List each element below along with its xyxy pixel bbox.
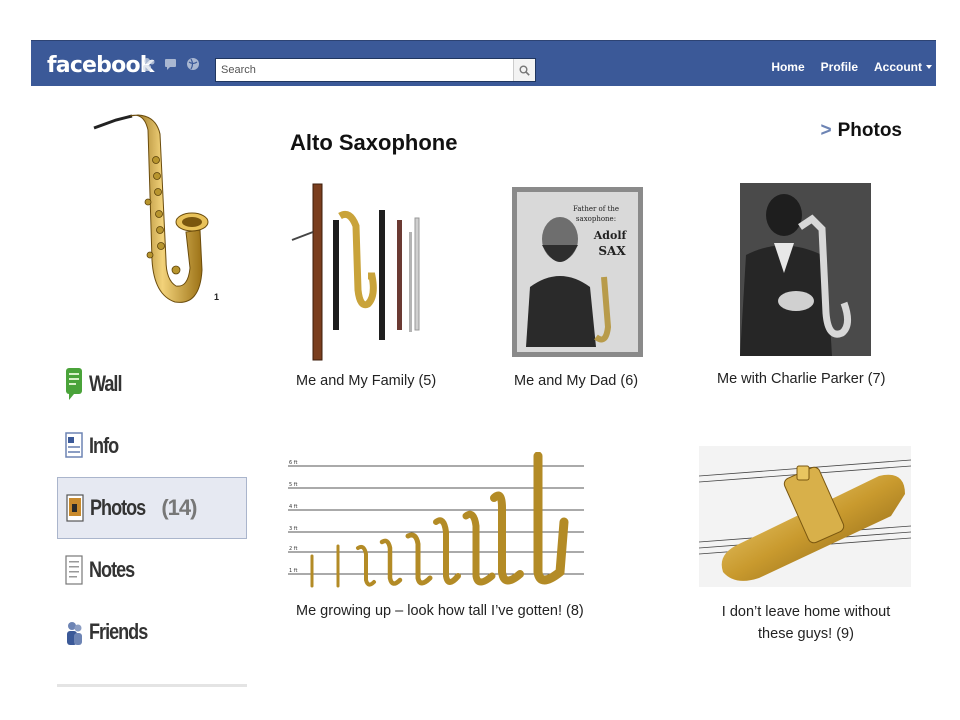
top-nav-links: Home Profile Account bbox=[763, 56, 932, 78]
sidebar-divider bbox=[57, 684, 247, 687]
photos-count-badge: (14) bbox=[161, 495, 197, 520]
woodwind-family-image bbox=[291, 183, 420, 361]
profile-sidebar: Wall Info Photos (14) Notes Friends bbox=[57, 353, 247, 663]
photo-text-line-4: SAX bbox=[598, 244, 626, 258]
photo-text-line-3: Adolf bbox=[593, 229, 628, 242]
svg-text:2 ft: 2 ft bbox=[289, 546, 297, 552]
sidebar-item-label: Friends bbox=[89, 619, 148, 644]
sidebar-item-label: Notes bbox=[89, 557, 135, 582]
photo-text-line-2: saxophone: bbox=[576, 215, 616, 223]
search-box bbox=[215, 58, 536, 82]
svg-text:3 ft: 3 ft bbox=[289, 526, 297, 532]
top-navigation-bar: facebook Home Profile Account bbox=[31, 40, 936, 86]
nav-account-label: Account bbox=[874, 60, 922, 74]
notification-jewels bbox=[141, 56, 201, 72]
photo-mouthpiece[interactable] bbox=[699, 446, 911, 587]
adolf-sax-portrait-image: Father of the saxophone: Adolf SAX bbox=[517, 192, 638, 352]
photo-caption-family: Me and My Family (5) bbox=[296, 373, 437, 389]
nav-profile-link[interactable]: Profile bbox=[813, 56, 866, 78]
photo-text-line-1: Father of the bbox=[573, 205, 619, 213]
profile-picture[interactable]: 1 bbox=[80, 110, 220, 320]
sidebar-item-info[interactable]: Info bbox=[57, 415, 247, 477]
friend-requests-icon[interactable] bbox=[141, 56, 157, 72]
messages-icon[interactable] bbox=[163, 56, 179, 72]
sidebar-item-friends[interactable]: Friends bbox=[57, 601, 247, 663]
search-icon bbox=[519, 65, 530, 76]
breadcrumb-photos-link[interactable]: Photos bbox=[838, 120, 902, 141]
search-button[interactable] bbox=[513, 59, 535, 81]
facebook-logo[interactable]: facebook bbox=[47, 53, 154, 78]
sidebar-item-photos[interactable]: Photos (14) bbox=[57, 477, 247, 539]
photo-caption-mouthpiece: I don’t leave home without these guys! (… bbox=[721, 604, 891, 642]
nav-account-menu[interactable]: Account bbox=[866, 56, 932, 78]
friends-icon bbox=[67, 622, 82, 645]
tenor-saxophone-image: 1 bbox=[93, 114, 219, 303]
sidebar-item-notes[interactable]: Notes bbox=[57, 539, 247, 601]
svg-text:6 ft: 6 ft bbox=[289, 460, 297, 466]
svg-text:1 ft: 1 ft bbox=[289, 568, 297, 574]
chevron-down-icon bbox=[926, 65, 932, 69]
photo-dad[interactable]: Father of the saxophone: Adolf SAX bbox=[512, 187, 643, 357]
photo-growing-up[interactable]: 6 ft 5 ft 4 ft 3 ft 2 ft 1 ft bbox=[288, 452, 584, 588]
photo-caption-charlie-parker: Me with Charlie Parker (7) bbox=[717, 371, 886, 387]
page-title: Alto Saxophone bbox=[290, 130, 458, 155]
breadcrumb: > Photos bbox=[821, 120, 903, 142]
notifications-globe-icon[interactable] bbox=[185, 56, 201, 72]
profile-picture-number: 1 bbox=[214, 292, 219, 302]
sidebar-item-label: Info bbox=[89, 433, 119, 458]
photo-family[interactable] bbox=[288, 180, 428, 365]
sidebar-item-wall[interactable]: Wall bbox=[57, 353, 247, 415]
notes-icon bbox=[65, 555, 83, 585]
photo-caption-dad: Me and My Dad (6) bbox=[514, 373, 639, 389]
search-input[interactable] bbox=[216, 59, 512, 81]
photo-caption-growing-up: Me growing up – look how tall I’ve gotte… bbox=[296, 603, 584, 619]
sidebar-item-label: Wall bbox=[89, 371, 122, 396]
info-icon bbox=[65, 432, 83, 458]
svg-text:5 ft: 5 ft bbox=[289, 482, 297, 488]
wall-icon bbox=[66, 368, 82, 400]
breadcrumb-separator: > bbox=[820, 120, 832, 141]
mouthpiece-image bbox=[699, 459, 911, 581]
nav-home-link[interactable]: Home bbox=[763, 56, 812, 78]
saxophone-sizes-chart-image: 6 ft 5 ft 4 ft 3 ft 2 ft 1 ft bbox=[288, 452, 584, 588]
svg-text:4 ft: 4 ft bbox=[289, 504, 297, 510]
sidebar-item-label: Photos bbox=[90, 495, 146, 520]
charlie-parker-image bbox=[740, 183, 871, 356]
photo-charlie-parker[interactable] bbox=[740, 183, 871, 356]
photos-icon bbox=[66, 494, 84, 522]
